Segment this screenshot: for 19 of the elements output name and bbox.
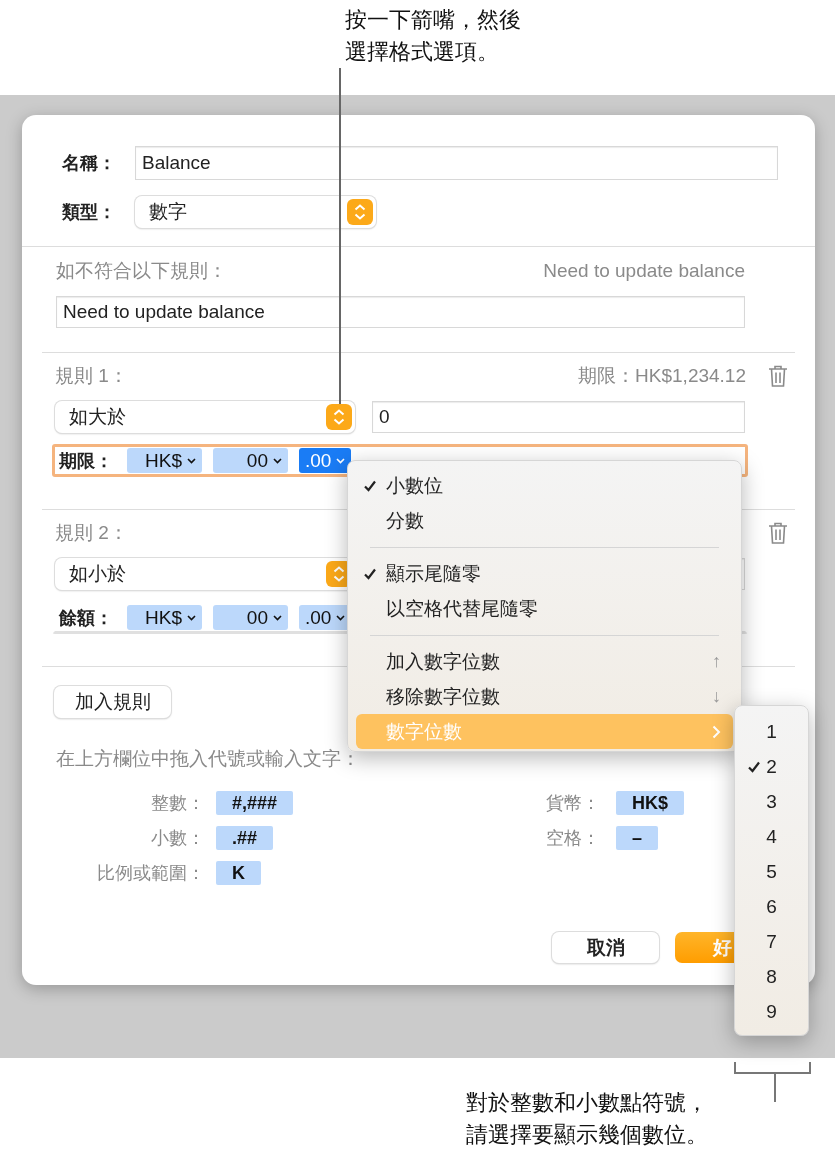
- token-label: 比例或範圍：: [96, 862, 205, 885]
- token-label: 貨幣：: [546, 792, 600, 815]
- token-label: 空格：: [546, 827, 600, 850]
- token-label: 整數：: [150, 792, 205, 815]
- callout-text: 對於整數和小數點符號，: [466, 1090, 708, 1115]
- token-label: 小數：: [150, 827, 205, 850]
- fallback-preview: Need to update balance: [543, 260, 745, 282]
- rule-label: 規則 1：: [55, 364, 128, 388]
- rule-label: 規則 2：: [55, 521, 128, 545]
- callout-text: 選擇格式選項。: [345, 39, 499, 64]
- callout-text: 按一下箭嘴，然後: [345, 7, 521, 32]
- field-label: 名稱：: [62, 152, 117, 175]
- section-label: 如不符合以下規則：: [56, 259, 227, 283]
- shortcut-label: ↓: [712, 686, 721, 707]
- callout-text: 請選擇要顯示幾個數位。: [466, 1122, 708, 1147]
- field-label: 類型：: [62, 201, 117, 224]
- rule-preview: 期限：HK$1,234.12: [578, 364, 746, 388]
- shortcut-label: ↑: [712, 651, 721, 672]
- hint-text: 在上方欄位中拖入代號或輸入文字：: [56, 747, 360, 771]
